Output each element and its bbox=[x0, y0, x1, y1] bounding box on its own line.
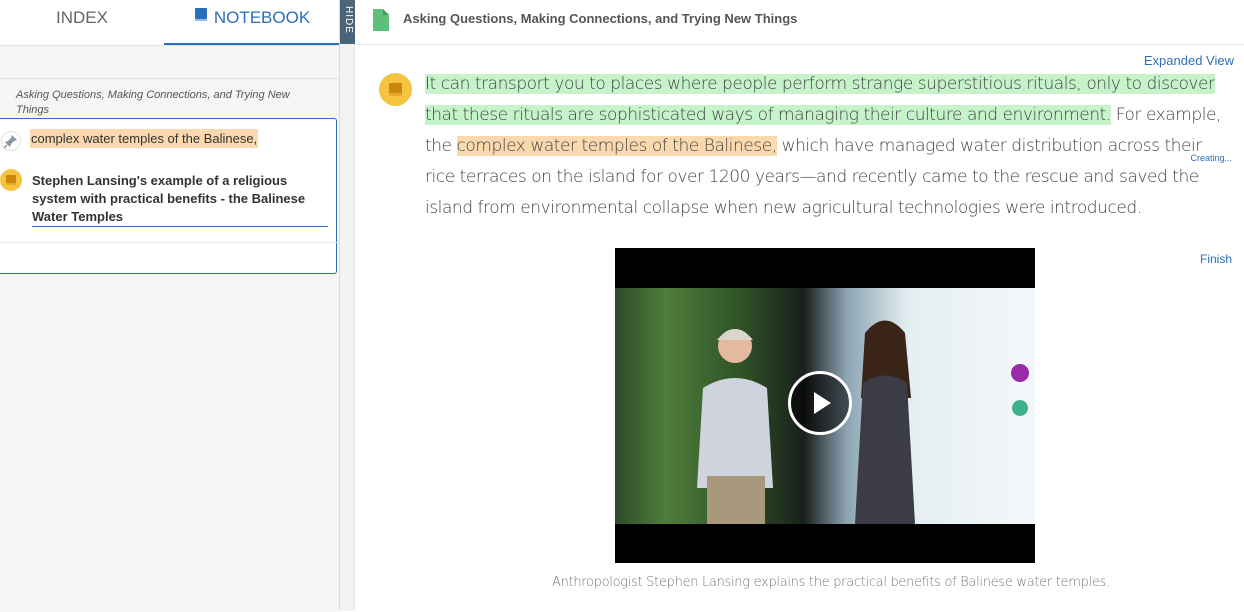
reading-passage: It can transport you to places where peo… bbox=[425, 69, 1235, 224]
note-text-input[interactable]: Stephen Lansing's example of a religious… bbox=[32, 172, 328, 227]
play-button[interactable] bbox=[788, 371, 852, 435]
sidebar-tabs: INDEX NOTEBOOK bbox=[0, 0, 339, 45]
tab-index[interactable]: INDEX bbox=[0, 0, 164, 45]
tabs-divider bbox=[0, 45, 339, 46]
note-text-value: Stephen Lansing's example of a religious… bbox=[32, 173, 306, 224]
highlight-orange[interactable]: complex water temples of the Balinese, bbox=[456, 136, 777, 156]
tab-notebook[interactable]: NOTEBOOK bbox=[164, 0, 339, 45]
tab-index-label: INDEX bbox=[56, 8, 108, 27]
chapter-title: Asking Questions, Making Connections, an… bbox=[16, 89, 290, 116]
note-quote: complex water temples of the Balinese, bbox=[30, 129, 259, 148]
video-player[interactable] bbox=[615, 248, 1035, 563]
note-marker-icon[interactable] bbox=[379, 73, 412, 106]
book-icon bbox=[193, 0, 209, 35]
hide-label: HIDE bbox=[343, 6, 354, 34]
doc-icon bbox=[372, 8, 390, 37]
tab-notebook-label: NOTEBOOK bbox=[213, 8, 311, 27]
panel-gutter bbox=[340, 0, 355, 611]
finish-button[interactable]: Finish bbox=[1200, 252, 1232, 266]
expanded-view-link[interactable]: Expanded View bbox=[1144, 53, 1234, 68]
card-divider bbox=[0, 242, 337, 243]
video-caption: Anthropologist Stephen Lansing explains … bbox=[552, 575, 1110, 590]
pin-icon bbox=[1, 131, 21, 151]
page-title: Asking Questions, Making Connections, an… bbox=[403, 11, 798, 26]
note-icon bbox=[0, 169, 22, 191]
highlight-green[interactable]: It can transport you to places where peo… bbox=[425, 74, 1215, 125]
play-icon bbox=[814, 392, 831, 414]
